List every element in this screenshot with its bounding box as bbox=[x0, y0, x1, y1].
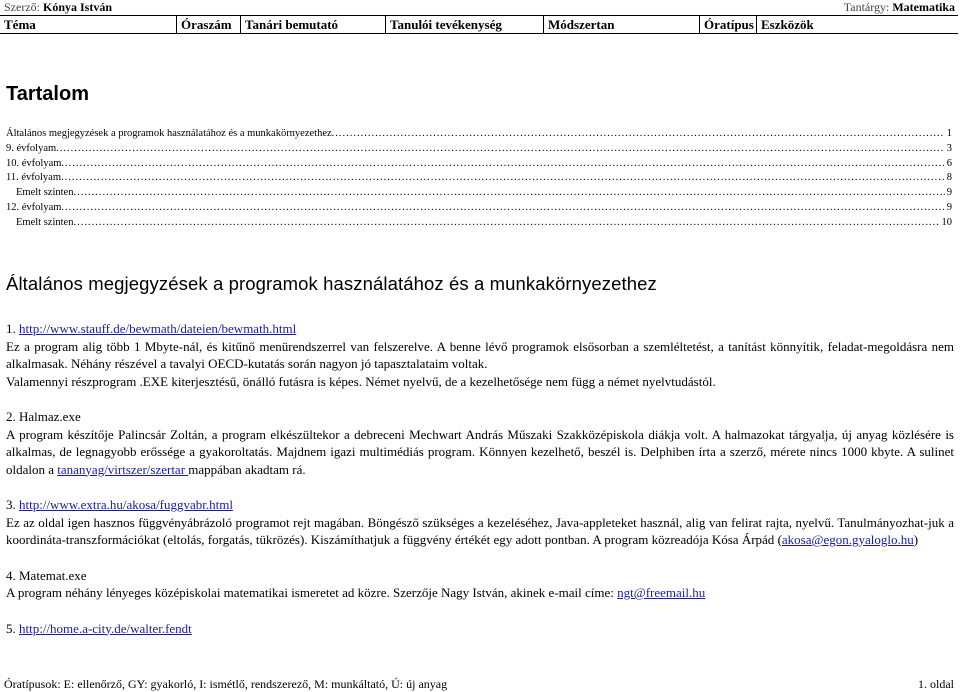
item-1-paragraph-2: Valamennyi részprogram .EXE kiterjesztés… bbox=[6, 373, 716, 389]
toc-entry-page: 10 bbox=[941, 216, 953, 228]
toc-entry[interactable]: 12. évfolyam............................… bbox=[6, 201, 952, 216]
item-3-paragraph: Ez az oldal igen hasznos függvényábrázol… bbox=[6, 514, 954, 548]
column-header-modszertan: Módszertan bbox=[543, 16, 699, 33]
table-of-contents: Általános megjegyzések a programok haszn… bbox=[6, 127, 952, 231]
subject-name: Matematika bbox=[892, 0, 955, 14]
item-2-name: Halmaz.exe bbox=[19, 409, 81, 424]
toc-entry-page: 9 bbox=[946, 201, 952, 213]
item-4-email-link[interactable]: ngt@freemail.hu bbox=[617, 585, 705, 600]
toc-entry[interactable]: 9. évfolyam.............................… bbox=[6, 142, 952, 157]
toc-entry-label: Emelt szinten bbox=[16, 187, 74, 199]
column-header-oratipus: Óratípus bbox=[699, 16, 756, 33]
toc-leader-dots: ........................................… bbox=[56, 142, 945, 154]
column-header-eszkozok: Eszközök bbox=[756, 16, 958, 33]
sulinet-folder-link[interactable]: tananyag/virtszer/szertar bbox=[57, 462, 188, 477]
author-name: Kónya István bbox=[42, 0, 113, 14]
column-header-tema: Téma bbox=[4, 17, 36, 32]
toc-title: Tartalom bbox=[6, 83, 89, 105]
column-header-tanuloi-tevekenyseg: Tanulói tevékenység bbox=[385, 16, 543, 33]
item-3-heading: 3. http://www.extra.hu/akosa/fuggvabr.ht… bbox=[6, 496, 954, 514]
subject: Tantárgy: Matematika bbox=[844, 0, 955, 14]
toc-entry-label: Általános megjegyzések a programok haszn… bbox=[6, 128, 332, 139]
toc-entry-page: 9 bbox=[946, 187, 952, 199]
author-label: Szerző: bbox=[4, 0, 40, 14]
page-footer: Óratípusok: E: ellenőrző, GY: gyakorló, … bbox=[4, 677, 954, 692]
item-number: 1. bbox=[6, 321, 16, 336]
item-2-text-end: mappában akadtam rá. bbox=[188, 461, 306, 477]
footer-legend: Óratípusok: E: ellenőrző, GY: gyakorló, … bbox=[4, 677, 448, 691]
toc-leader-dots: ........................................… bbox=[61, 157, 944, 169]
toc-leader-dots: ........................................… bbox=[73, 216, 940, 228]
item-number: 4. bbox=[6, 567, 16, 583]
item-4-paragraph: A program néhány lényeges középiskolai m… bbox=[6, 584, 954, 602]
item-4-heading: 4. Matemat.exe bbox=[6, 567, 954, 585]
column-header-tanari-bemutato: Tanári bemutató bbox=[240, 16, 385, 33]
toc-entry[interactable]: Emelt szinten...........................… bbox=[6, 186, 952, 201]
toc-entry[interactable]: Általános megjegyzések a programok haszn… bbox=[6, 127, 952, 142]
toc-entry[interactable]: 11. évfolyam............................… bbox=[6, 171, 952, 186]
toc-entry-page: 8 bbox=[946, 172, 952, 184]
toc-entry-page: 6 bbox=[946, 157, 952, 169]
toc-leader-dots: ........................................… bbox=[61, 201, 944, 213]
item-5-link[interactable]: http://home.a-city.de/walter.fendt bbox=[19, 621, 192, 636]
toc-entry-label: 9. évfolyam bbox=[6, 142, 57, 154]
toc-entry-page: 3 bbox=[946, 142, 952, 154]
toc-entry-page: 1 bbox=[946, 128, 952, 139]
toc-leader-dots: ........................................… bbox=[331, 128, 945, 139]
item-1-heading: 1. http://www.stauff.de/bewmath/dateien/… bbox=[6, 320, 954, 338]
page-header: Szerző: Kónya István Tantárgy: Matematik… bbox=[0, 0, 960, 15]
item-3-email-link[interactable]: akosa@egon.gyaloglo.hu bbox=[782, 532, 914, 547]
toc-leader-dots: ........................................… bbox=[61, 172, 945, 184]
item-4-name: Matemat.exe bbox=[19, 567, 87, 583]
toc-entry-label: 12. évfolyam bbox=[6, 201, 62, 213]
item-3-link[interactable]: http://www.extra.hu/akosa/fuggvabr.html bbox=[19, 497, 233, 512]
toc-entry-label: 10. évfolyam bbox=[6, 157, 62, 169]
item-2-heading: 2. Halmaz.exe bbox=[6, 408, 954, 426]
item-4-text: A program néhány lényeges középiskolai m… bbox=[6, 585, 618, 600]
column-header-row: Téma Óraszám Tanári bemutató Tanulói tev… bbox=[0, 15, 958, 34]
column-header-oraszam: Óraszám bbox=[176, 16, 240, 33]
item-1-paragraph: Ez a program alig több 1 Mbyte-nál, és k… bbox=[6, 338, 954, 372]
item-1-link[interactable]: http://www.stauff.de/bewmath/dateien/bew… bbox=[19, 321, 296, 336]
toc-entry-label: 11. évfolyam bbox=[6, 172, 62, 184]
toc-entry-label: Emelt szinten bbox=[16, 216, 74, 228]
toc-entry[interactable]: 10. évfolyam............................… bbox=[6, 157, 952, 172]
item-number: 5. bbox=[6, 620, 16, 636]
author: Szerző: Kónya István bbox=[4, 0, 112, 14]
toc-leader-dots: ........................................… bbox=[73, 187, 944, 199]
subject-label: Tantárgy: bbox=[843, 0, 890, 14]
section-content: 1. http://www.stauff.de/bewmath/dateien/… bbox=[6, 320, 954, 637]
page-number: 1. oldal bbox=[918, 677, 954, 691]
item-number: 2. bbox=[6, 409, 16, 424]
item-2-paragraph: A program készítője Palincsár Zoltán, a … bbox=[6, 426, 954, 479]
toc-entry[interactable]: Emelt szinten...........................… bbox=[6, 216, 952, 231]
item-5-heading: 5. http://home.a-city.de/walter.fendt bbox=[6, 620, 954, 638]
section-title: Általános megjegyzések a programok haszn… bbox=[6, 273, 657, 294]
item-number: 3. bbox=[6, 497, 16, 512]
